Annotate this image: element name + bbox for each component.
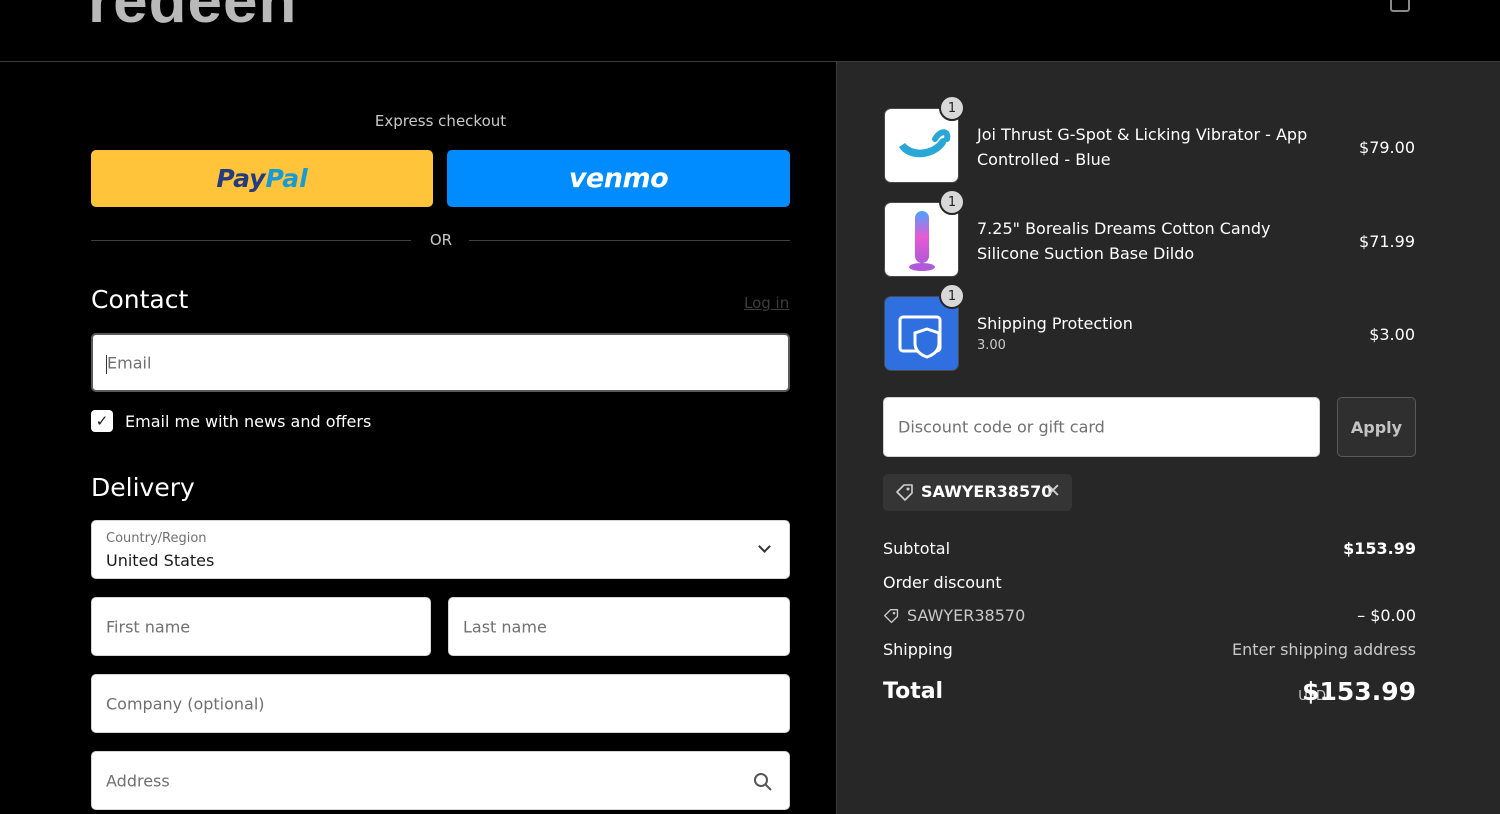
news-offers-checkbox[interactable]: ✓ [91, 410, 113, 432]
shipping-value: Enter shipping address [1232, 640, 1416, 659]
subtotal-row: Subtotal $153.99 [883, 539, 1416, 561]
order-discount-label: Order discount [883, 573, 1002, 592]
first-name-field[interactable]: First name [91, 597, 431, 656]
total-value: $153.99 [1302, 677, 1416, 706]
company-field[interactable]: Company (optional) [91, 674, 790, 733]
applied-discount-chip: SAWYER38570 ✕ [883, 474, 1072, 511]
paypal-logo-part-2: Pal [265, 164, 308, 193]
chevron-down-icon [758, 540, 771, 553]
country-value: United States [106, 551, 215, 570]
product-price: $71.99 [1359, 232, 1415, 251]
paypal-button[interactable]: Pay Pal [91, 150, 433, 207]
site-header: redeeh [0, 0, 1500, 62]
cart-icon[interactable] [1390, 0, 1410, 12]
address-field[interactable]: Address [91, 751, 790, 810]
country-label: Country/Region [106, 531, 207, 546]
venmo-button[interactable]: venmo [447, 150, 790, 207]
apply-button[interactable]: Apply [1337, 397, 1416, 457]
email-field[interactable]: Email [91, 333, 790, 392]
product-variant: 3.00 [977, 338, 1006, 353]
search-icon [754, 773, 772, 791]
applied-discount-code: SAWYER38570 [921, 482, 1053, 501]
quantity-badge: 1 [939, 95, 965, 121]
contact-heading: Contact [91, 285, 189, 314]
login-link[interactable]: Log in [744, 294, 789, 312]
product-price: $79.00 [1359, 138, 1415, 157]
tag-icon [896, 484, 913, 501]
divider-line-right [469, 240, 790, 241]
total-row: Total USD $153.99 [883, 677, 1416, 706]
address-placeholder: Address [106, 771, 170, 790]
delivery-heading: Delivery [91, 473, 195, 502]
order-summary-panel: 1 Joi Thrust G-Spot & Licking Vibrator -… [836, 62, 1500, 814]
discount-code-field[interactable]: Discount code or gift card [883, 397, 1320, 457]
shipping-label: Shipping [883, 640, 953, 659]
or-text: OR [429, 231, 453, 249]
subtotal-label: Subtotal [883, 539, 951, 558]
product-name: Joi Thrust G-Spot & Licking Vibrator - A… [977, 125, 1308, 169]
express-checkout-title: Express checkout [374, 112, 507, 130]
checkmark-icon: ✓ [95, 412, 109, 430]
product-name: 7.25" Borealis Dreams Cotton Candy Silic… [977, 219, 1271, 263]
remove-discount-icon[interactable]: ✕ [1045, 480, 1061, 502]
divider-line-left [91, 240, 411, 241]
quantity-badge: 1 [939, 189, 965, 215]
country-select[interactable]: Country/Region United States [91, 520, 790, 579]
shipping-row: Shipping Enter shipping address [883, 640, 1416, 662]
product-price: $3.00 [1369, 325, 1415, 344]
checkout-form-panel: Express checkout Pay Pal venmo OR Contact… [0, 62, 836, 814]
or-divider: OR [91, 230, 790, 250]
discount-detail-row: SAWYER38570 – $0.00 [883, 606, 1416, 628]
quantity-badge: 1 [939, 283, 965, 309]
last-name-field[interactable]: Last name [448, 597, 790, 656]
total-label: Total [883, 679, 944, 704]
product-name: Shipping Protection [977, 314, 1133, 333]
store-logo[interactable]: redeeh [88, 0, 297, 37]
venmo-logo: venmo [568, 163, 669, 194]
email-placeholder: Email [107, 353, 152, 372]
tag-icon [884, 609, 899, 624]
subtotal-value: $153.99 [1343, 539, 1416, 558]
company-placeholder: Company (optional) [106, 694, 265, 713]
order-discount-row: Order discount [883, 573, 1416, 595]
discount-placeholder: Discount code or gift card [898, 417, 1105, 437]
discount-value: – $0.00 [1357, 606, 1416, 625]
first-name-placeholder: First name [106, 617, 191, 636]
news-offers-label[interactable]: Email me with news and offers [125, 412, 371, 431]
last-name-placeholder: Last name [463, 617, 547, 636]
paypal-logo-part-1: Pay [216, 164, 266, 193]
discount-code-label: SAWYER38570 [907, 606, 1026, 625]
